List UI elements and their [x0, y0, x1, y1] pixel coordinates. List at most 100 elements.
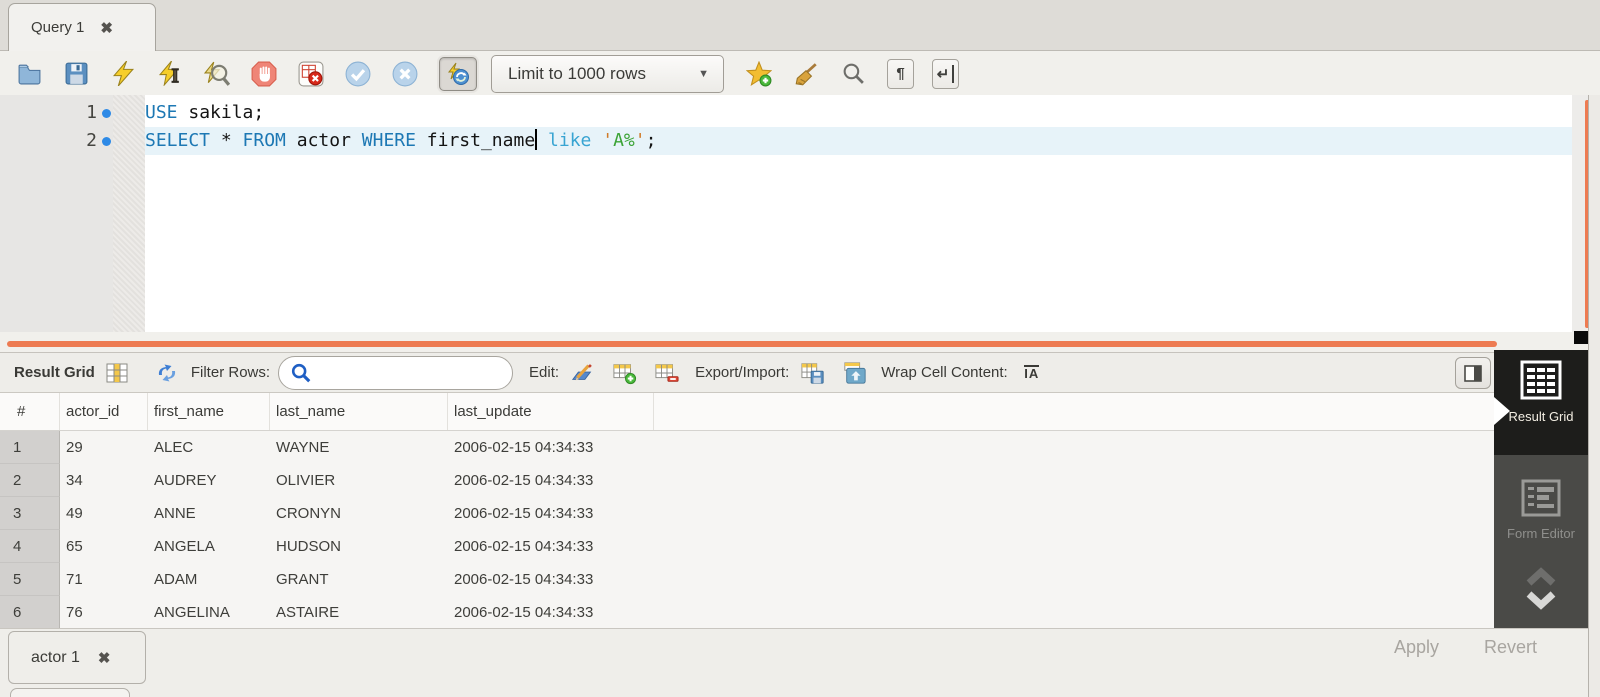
table-cell[interactable]: 2006-02-15 04:34:33 [448, 563, 654, 596]
result-grid-table: #actor_idfirst_namelast_namelast_update … [0, 393, 1494, 628]
revert-button[interactable]: Revert [1484, 637, 1537, 658]
table-cell[interactable]: HUDSON [270, 530, 448, 563]
column-header-first_name[interactable]: first_name [148, 393, 270, 430]
export-icon[interactable] [801, 361, 825, 385]
line-number: 2 [0, 127, 97, 155]
kill-query-icon[interactable] [298, 61, 324, 87]
save-snippet-icon[interactable] [746, 61, 772, 87]
table-cell[interactable]: 2006-02-15 04:34:33 [448, 596, 654, 628]
form-editor-panel-icon [1521, 479, 1561, 520]
beautify-icon[interactable] [793, 61, 819, 87]
table-cell[interactable]: AUDREY [148, 464, 270, 497]
table-row[interactable]: 571ADAMGRANT2006-02-15 04:34:33 [0, 563, 1494, 596]
wrap-cell-label: Wrap Cell Content: [881, 364, 1007, 381]
row-number-cell[interactable]: 4 [0, 530, 60, 563]
save-icon[interactable] [63, 61, 89, 87]
open-file-icon[interactable] [16, 61, 42, 87]
table-cell[interactable]: 34 [60, 464, 148, 497]
stop-icon[interactable] [251, 61, 277, 87]
column-header-filler [654, 393, 1494, 430]
limit-dropdown[interactable]: Limit to 1000 rows ▼ [491, 55, 724, 93]
table-cell[interactable]: ALEC [148, 431, 270, 464]
chevron-down-icon: ▼ [698, 68, 709, 80]
table-cell[interactable]: ANGELINA [148, 596, 270, 628]
add-row-icon[interactable] [613, 361, 637, 385]
result-view-sidebar: Result Grid Form Editor [1494, 350, 1588, 633]
invisible-chars-button[interactable]: ¶ [887, 59, 914, 89]
table-cell[interactable]: WAYNE [270, 431, 448, 464]
grid-header: #actor_idfirst_namelast_namelast_update [0, 393, 1494, 431]
table-cell[interactable]: GRANT [270, 563, 448, 596]
result-grid-toolbar: Result Grid Filter Rows: Edit: Export/Im… [0, 352, 1494, 393]
table-row[interactable]: 676ANGELINAASTAIRE2006-02-15 04:34:33 [0, 596, 1494, 628]
tab-actor-1-label: actor 1 [31, 649, 80, 667]
edit-pencil-icon[interactable] [571, 361, 595, 385]
find-icon[interactable] [840, 61, 866, 87]
table-cell[interactable]: ANNE [148, 497, 270, 530]
panel-up-chevron-icon[interactable] [1523, 567, 1559, 590]
table-cell[interactable]: 71 [60, 563, 148, 596]
table-row[interactable]: 349ANNECRONYN2006-02-15 04:34:33 [0, 497, 1494, 530]
table-row[interactable]: 129ALECWAYNE2006-02-15 04:34:33 [0, 431, 1494, 464]
table-row[interactable]: 465ANGELAHUDSON2006-02-15 04:34:33 [0, 530, 1494, 563]
execute-current-icon[interactable] [157, 61, 183, 87]
refresh-icon[interactable] [155, 361, 179, 385]
execute-icon[interactable] [110, 61, 136, 87]
wrap-text-button[interactable]: ↵ [932, 59, 959, 89]
sql-editor[interactable]: 1USE sakila;2 SELECT * FROM actor WHERE f… [0, 95, 1590, 340]
table-cell[interactable]: 29 [60, 431, 148, 464]
rollback-icon[interactable] [392, 61, 418, 87]
row-number-cell[interactable]: 3 [0, 497, 60, 530]
autocommit-toggle[interactable] [439, 57, 477, 91]
filter-rows-label: Filter Rows: [191, 364, 270, 381]
table-row[interactable]: 234AUDREYOLIVIER2006-02-15 04:34:33 [0, 464, 1494, 497]
table-cell[interactable]: 49 [60, 497, 148, 530]
column-header-last_name[interactable]: last_name [270, 393, 448, 430]
table-cell[interactable]: 2006-02-15 04:34:33 [448, 497, 654, 530]
table-cell[interactable]: 76 [60, 596, 148, 628]
statement-marker-dot [97, 127, 145, 155]
filter-rows-searchbox[interactable] [278, 356, 513, 390]
table-cell[interactable]: ADAM [148, 563, 270, 596]
panel-down-chevron-icon[interactable] [1523, 590, 1559, 613]
table-cell[interactable]: 65 [60, 530, 148, 563]
table-cell[interactable]: 2006-02-15 04:34:33 [448, 530, 654, 563]
table-cell[interactable]: ASTAIRE [270, 596, 448, 628]
row-number-cell[interactable]: 2 [0, 464, 60, 497]
table-cell[interactable]: CRONYN [270, 497, 448, 530]
code-text[interactable]: USE sakila; [145, 99, 1572, 127]
close-icon[interactable]: ✖ [100, 19, 113, 37]
table-cell[interactable]: ANGELA [148, 530, 270, 563]
code-line[interactable]: 1USE sakila; [0, 99, 1572, 127]
code-text[interactable]: SELECT * FROM actor WHERE first_name lik… [145, 127, 1572, 155]
row-number-cell[interactable]: 5 [0, 563, 60, 596]
sidebar-item-form-editor[interactable]: Form Editor [1494, 455, 1588, 633]
column-header-rownum[interactable]: # [0, 393, 60, 430]
grid-body: 129ALECWAYNE2006-02-15 04:34:33234AUDREY… [0, 431, 1494, 628]
apply-button[interactable]: Apply [1394, 637, 1439, 658]
close-icon[interactable]: ✖ [98, 649, 111, 667]
row-number-cell[interactable]: 6 [0, 596, 60, 628]
delete-row-icon[interactable] [655, 361, 679, 385]
row-number-cell[interactable]: 1 [0, 431, 60, 464]
toggle-panel-button[interactable] [1455, 357, 1491, 389]
tab-query-1[interactable]: Query 1 ✖ [8, 3, 156, 51]
table-cell[interactable]: OLIVIER [270, 464, 448, 497]
column-header-last_update[interactable]: last_update [448, 393, 654, 430]
import-icon[interactable] [843, 361, 867, 385]
explain-icon[interactable] [204, 61, 230, 87]
commit-icon[interactable] [345, 61, 371, 87]
edit-label: Edit: [529, 364, 559, 381]
table-cell[interactable]: 2006-02-15 04:34:33 [448, 464, 654, 497]
wrap-cell-icon[interactable]: IA [1020, 361, 1044, 385]
tab-actor-1[interactable]: actor 1 ✖ [8, 631, 146, 684]
code-line[interactable]: 2 SELECT * FROM actor WHERE first_name li… [0, 127, 1572, 155]
pilcrow-icon: ¶ [896, 65, 904, 82]
column-header-actor_id[interactable]: actor_id [60, 393, 148, 430]
bottom-tab-bar: actor 1 ✖ Apply Revert [0, 628, 1590, 697]
table-cell[interactable]: 2006-02-15 04:34:33 [448, 431, 654, 464]
sidebar-result-grid-label: Result Grid [1508, 409, 1573, 424]
editor-hscroll-thumb[interactable] [7, 341, 1497, 347]
result-grid-label: Result Grid [14, 364, 95, 381]
search-input[interactable] [317, 365, 512, 381]
